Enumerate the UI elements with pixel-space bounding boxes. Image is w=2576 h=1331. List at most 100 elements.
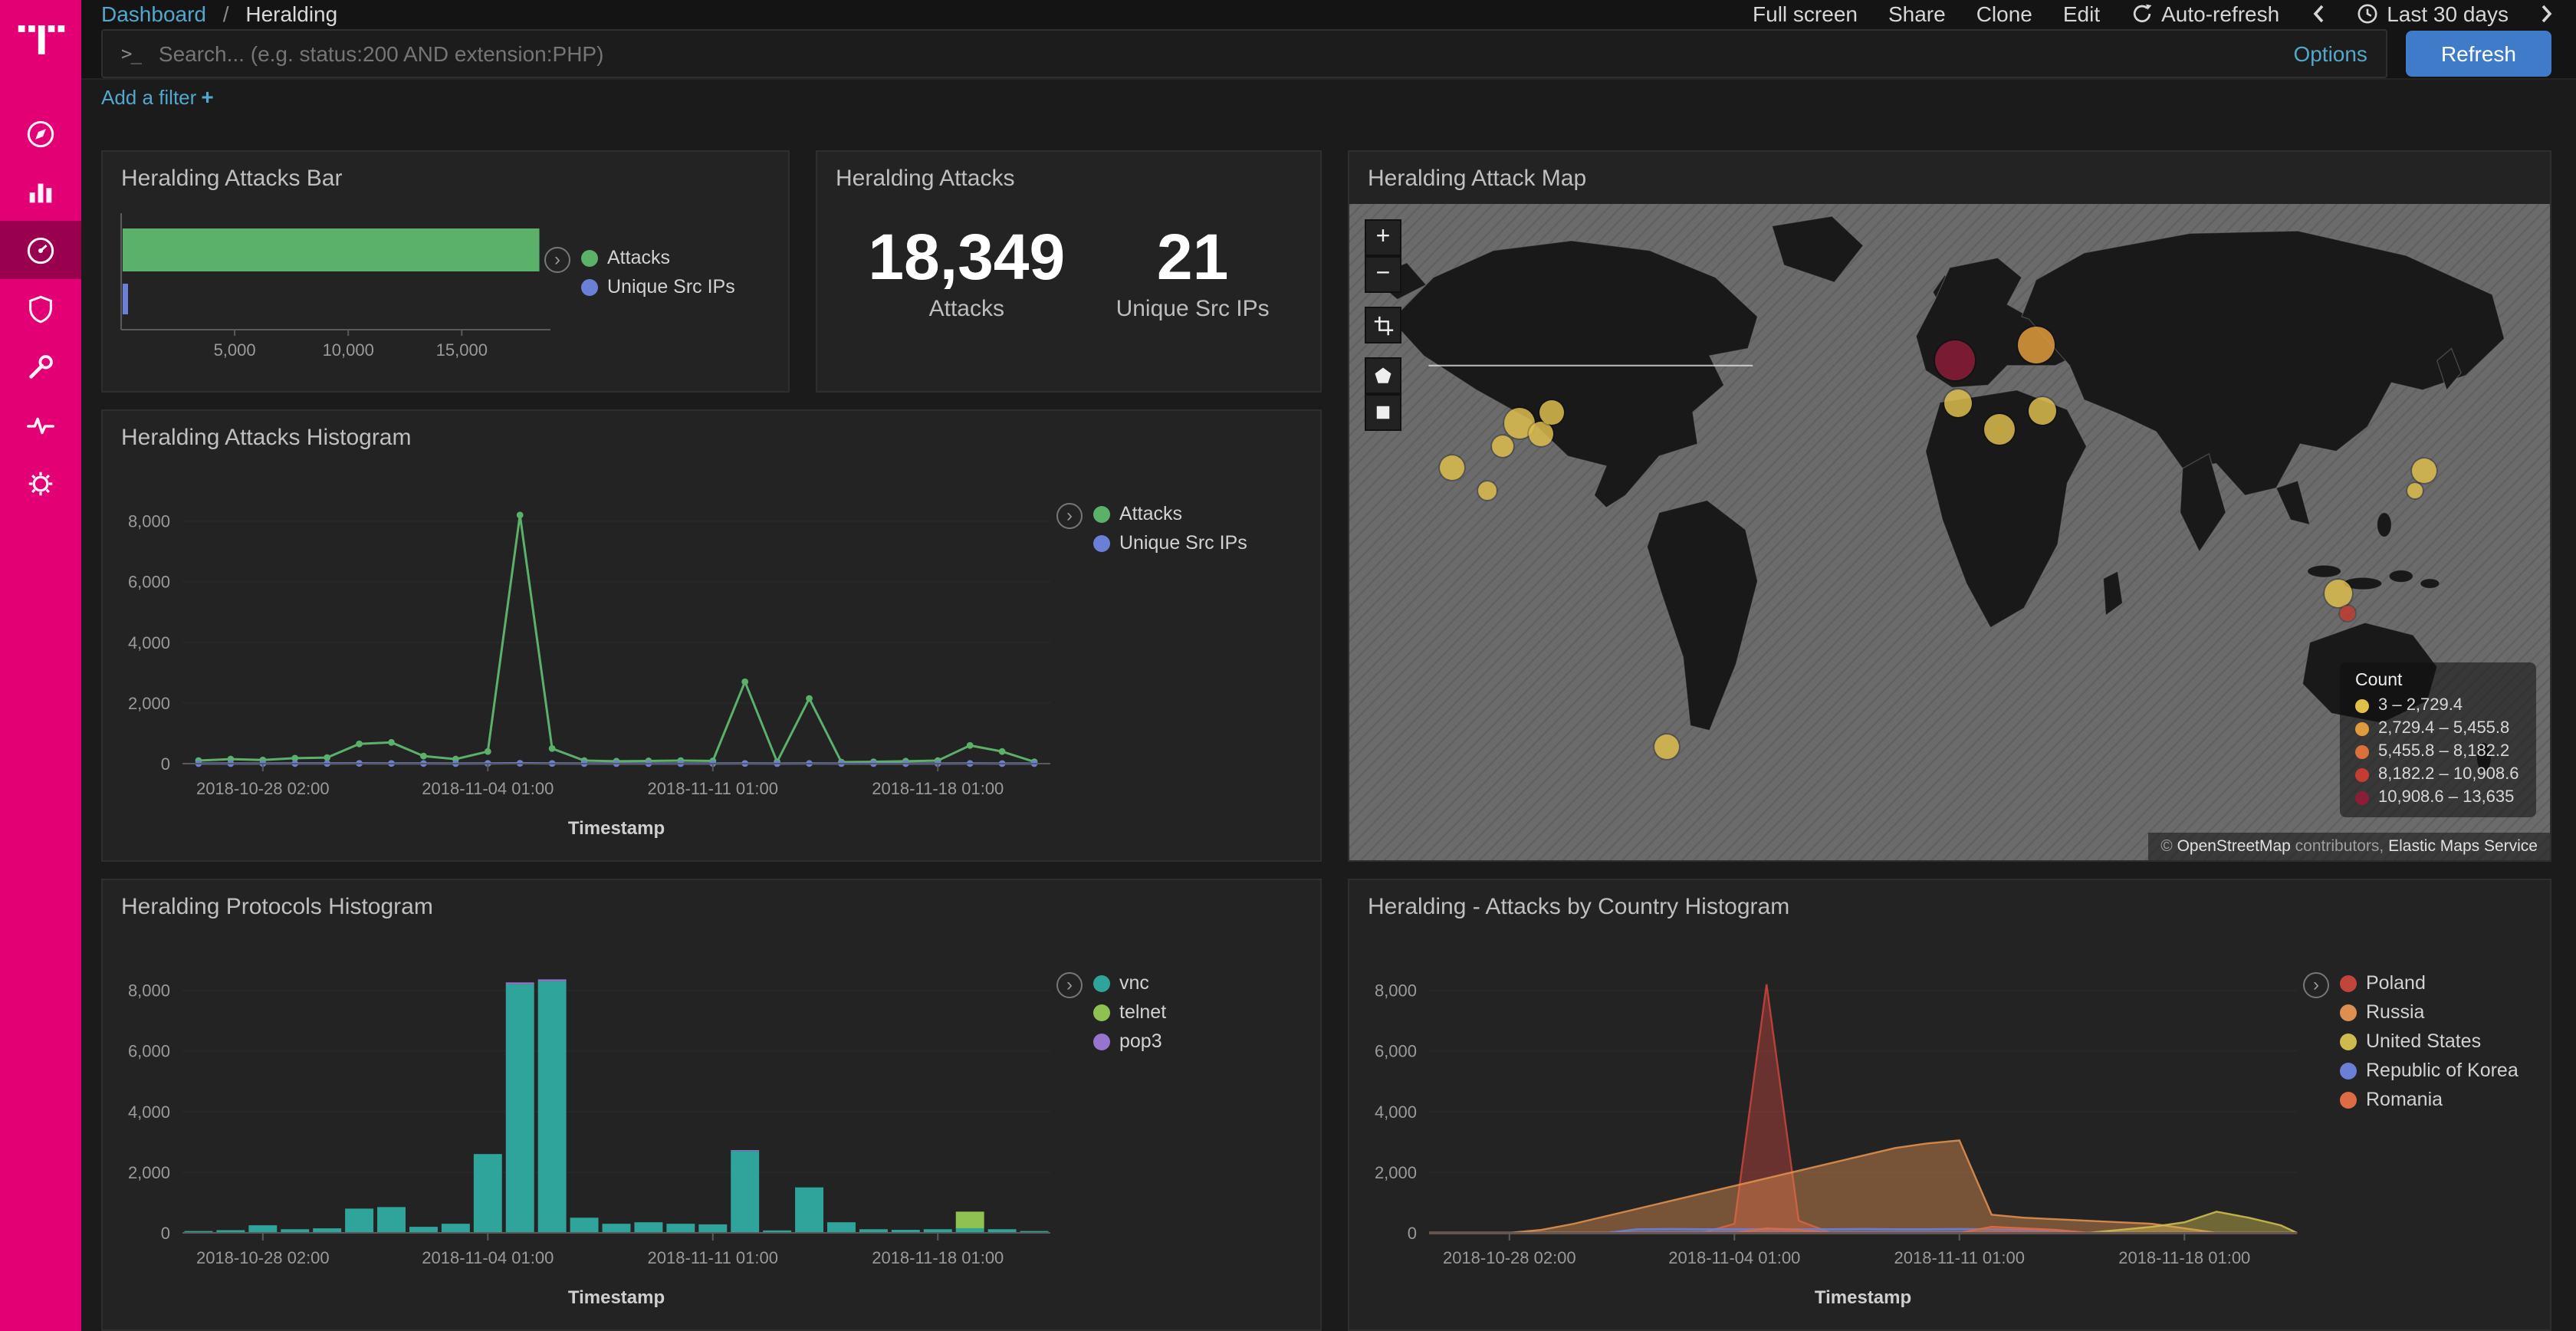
- legend-item[interactable]: vnc: [1093, 972, 1166, 994]
- time-range-button[interactable]: Last 30 days: [2356, 2, 2509, 27]
- zoom-in-button[interactable]: +: [1365, 219, 1401, 256]
- full-screen-button[interactable]: Full screen: [1753, 2, 1858, 27]
- legend-item[interactable]: Romania: [2340, 1089, 2518, 1110]
- sidebar-item-management[interactable]: [0, 454, 81, 512]
- chart-legend: › vnc telnet pop3: [1056, 972, 1166, 1052]
- time-forward-button[interactable]: [2539, 4, 2555, 25]
- metric-attacks: 18,349 Attacks: [868, 222, 1065, 322]
- sidebar-item-dashboard[interactable]: [0, 221, 81, 279]
- polygon-icon: [1374, 366, 1392, 385]
- map-legend-dot-icon: [2355, 744, 2369, 758]
- clone-button[interactable]: Clone: [1976, 2, 2032, 27]
- kibana-dashboard-app: Dashboard / Heralding Full screen Share …: [0, 0, 2576, 1331]
- legend-item[interactable]: Unique Src IPs: [581, 276, 735, 297]
- add-filter-button[interactable]: Add a filter+: [101, 84, 214, 109]
- svg-text:6,000: 6,000: [128, 573, 170, 592]
- options-link[interactable]: Options: [2293, 41, 2367, 65]
- attack-location-marker[interactable]: [1934, 341, 1974, 381]
- sidebar-item-security[interactable]: [0, 279, 81, 337]
- attacks-bar-chart[interactable]: 5,000 10,000 15,000 › Attacks Unique Src IPs: [103, 198, 788, 385]
- attack-location-marker[interactable]: [1492, 435, 1513, 457]
- sidebar-item-visualize[interactable]: [0, 163, 81, 221]
- legend-item[interactable]: telnet: [1093, 1001, 1166, 1023]
- world-map[interactable]: + − C: [1349, 204, 2550, 860]
- legend-toggle[interactable]: ›: [544, 247, 570, 273]
- country-histogram-chart[interactable]: 02,0004,0006,0008,0002018-10-28 02:00201…: [1349, 926, 2550, 1328]
- draw-polygon-button[interactable]: [1365, 357, 1401, 394]
- legend-item[interactable]: Unique Src IPs: [1093, 532, 1247, 554]
- svg-text:0: 0: [161, 1224, 170, 1243]
- attack-location-marker[interactable]: [1539, 400, 1563, 425]
- map-legend-dot-icon: [2355, 790, 2369, 804]
- sidebar-item-discover[interactable]: [0, 104, 81, 163]
- fit-bounds-button[interactable]: [1365, 307, 1401, 343]
- attack-location-marker[interactable]: [1530, 422, 1554, 446]
- sidebar-item-dev-tools[interactable]: [0, 337, 81, 396]
- auto-refresh-button[interactable]: Auto-refresh: [2131, 2, 2279, 27]
- osm-link[interactable]: OpenStreetMap: [2177, 837, 2291, 856]
- breadcrumb-dashboard-link[interactable]: Dashboard: [101, 2, 206, 27]
- svg-text:6,000: 6,000: [1375, 1042, 1417, 1061]
- legend-toggle[interactable]: ›: [1056, 503, 1083, 529]
- time-back-button[interactable]: [2310, 4, 2325, 25]
- legend-item[interactable]: Republic of Korea: [2340, 1060, 2518, 1081]
- top-navigation-bar: Dashboard / Heralding Full screen Share …: [81, 0, 2576, 28]
- svg-text:2018-11-11 01:00: 2018-11-11 01:00: [648, 1248, 778, 1267]
- attack-location-marker[interactable]: [1478, 481, 1497, 499]
- add-filter-label: Add a filter: [101, 86, 196, 109]
- map-legend-label: 5,455.8 – 8,182.2: [2378, 742, 2509, 761]
- legend-toggle[interactable]: ›: [1056, 972, 1083, 998]
- attack-location-marker[interactable]: [1985, 414, 2016, 445]
- auto-refresh-label: Auto-refresh: [2161, 2, 2279, 27]
- legend-item[interactable]: Attacks: [581, 247, 735, 268]
- legend-toggle[interactable]: ›: [2303, 972, 2329, 998]
- svg-text:Timestamp: Timestamp: [568, 818, 665, 839]
- legend-item[interactable]: Attacks: [1093, 503, 1247, 524]
- chart-legend: › Attacks Unique Src IPs: [1056, 503, 1247, 554]
- attack-location-marker[interactable]: [1944, 389, 1972, 416]
- svg-text:2,000: 2,000: [128, 1163, 170, 1182]
- legend-item[interactable]: Russia: [2340, 1001, 2518, 1023]
- panel-title: Heralding Attack Map: [1349, 152, 2550, 198]
- attack-location-marker[interactable]: [2325, 580, 2352, 607]
- refresh-button[interactable]: Refresh: [2406, 30, 2551, 76]
- legend-item[interactable]: United States: [2340, 1030, 2518, 1052]
- svg-text:0: 0: [1408, 1224, 1417, 1243]
- telekom-logo[interactable]: [13, 12, 68, 67]
- attack-location-marker[interactable]: [2407, 484, 2422, 499]
- panel-title: Heralding Attacks: [817, 152, 1320, 198]
- svg-text:Timestamp: Timestamp: [1815, 1287, 1911, 1308]
- heartbeat-icon: [25, 409, 57, 441]
- zoom-out-button[interactable]: −: [1365, 256, 1401, 293]
- attack-location-marker[interactable]: [2018, 327, 2055, 364]
- legend-item[interactable]: Poland: [2340, 972, 2518, 994]
- sidebar-nav: [0, 104, 81, 512]
- share-button[interactable]: Share: [1888, 2, 1946, 27]
- attack-location-marker[interactable]: [1654, 735, 1678, 759]
- map-legend-row: 3 – 2,729.4: [2355, 696, 2521, 715]
- attack-location-marker[interactable]: [1441, 455, 1465, 480]
- draw-rectangle-button[interactable]: [1365, 394, 1401, 431]
- sidebar-item-monitoring[interactable]: [0, 396, 81, 454]
- attack-location-marker[interactable]: [2029, 397, 2056, 425]
- search-input[interactable]: [156, 39, 2279, 67]
- clock-icon: [2356, 4, 2377, 25]
- ems-link[interactable]: Elastic Maps Service: [2388, 837, 2538, 856]
- protocols-histogram-chart[interactable]: 02,0004,0006,0008,0002018-10-28 02:00201…: [103, 926, 1320, 1328]
- map-legend-dot-icon: [2355, 721, 2369, 735]
- svg-text:5,000: 5,000: [214, 340, 256, 360]
- svg-text:4,000: 4,000: [128, 633, 170, 652]
- legend-dot-icon: [2340, 1062, 2357, 1079]
- svg-text:10,000: 10,000: [323, 340, 374, 360]
- edit-button[interactable]: Edit: [2063, 2, 2100, 27]
- attacks-histogram-chart[interactable]: 02,0004,0006,0008,0002018-10-28 02:00201…: [103, 457, 1320, 859]
- map-legend-title: Count: [2355, 672, 2521, 690]
- attack-location-marker[interactable]: [2412, 458, 2436, 483]
- legend-label: Romania: [2366, 1089, 2443, 1110]
- breadcrumb-current: Heralding: [245, 2, 337, 27]
- svg-text:15,000: 15,000: [436, 340, 488, 360]
- panel-title: Heralding - Attacks by Country Histogram: [1349, 880, 2550, 926]
- legend-item[interactable]: pop3: [1093, 1030, 1166, 1052]
- legend-label: pop3: [1119, 1030, 1162, 1052]
- attack-location-marker[interactable]: [2339, 605, 2354, 620]
